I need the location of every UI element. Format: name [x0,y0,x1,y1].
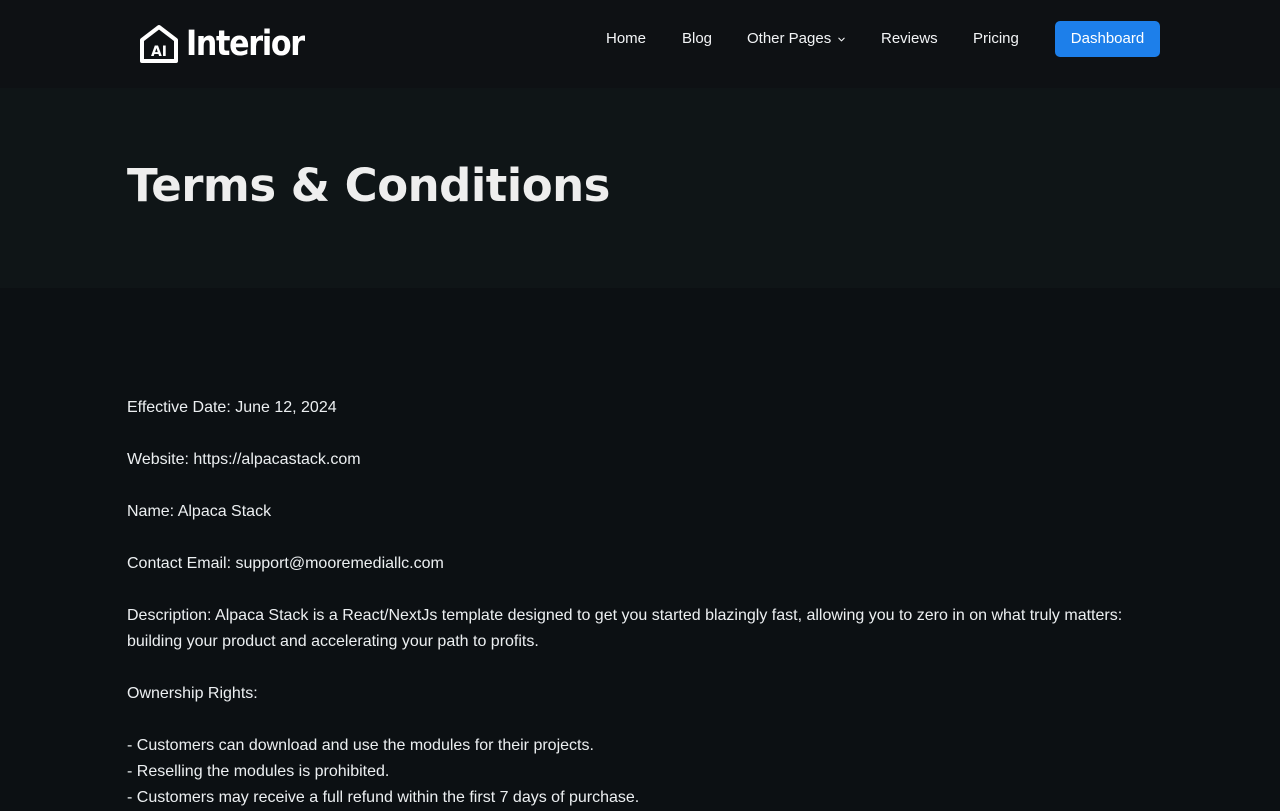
site-header: AI Interior Home Blog Other Pages Review… [0,0,1280,88]
nav-pricing[interactable]: Pricing [973,30,1019,48]
terms-content: Effective Date: June 12, 2024 Website: h… [127,395,1137,811]
chevron-down-icon [838,37,845,41]
description-paragraph: Description: Alpaca Stack is a React/Nex… [127,607,1123,650]
main-nav: Home Blog Other Pages Reviews Pricing Da… [0,0,1280,78]
ownership-list: - Customers can download and use the mod… [127,733,1137,811]
page-title: Terms & Conditions [127,159,610,212]
nav-blog[interactable]: Blog [682,30,712,48]
nav-other-pages-label: Other Pages [747,30,832,47]
effective-date: Effective Date: June 12, 2024 [127,399,337,416]
dashboard-button[interactable]: Dashboard [1055,21,1160,57]
nav-home[interactable]: Home [606,30,646,48]
nav-other-pages-dropdown[interactable]: Other Pages [747,30,846,48]
name-line: Name: Alpaca Stack [127,503,272,520]
website-line: Website: https://alpacastack.com [127,451,361,468]
contact-email-line: Contact Email: support@mooremediallc.com [127,555,444,572]
hero-banner: Terms & Conditions [0,88,1280,288]
list-item: - Customers can download and use the mod… [127,737,594,754]
list-item: - Customers may receive a full refund wi… [127,789,640,806]
list-item: - Reselling the modules is prohibited. [127,763,390,780]
nav-reviews[interactable]: Reviews [881,30,938,48]
ownership-heading: Ownership Rights: [127,685,258,702]
